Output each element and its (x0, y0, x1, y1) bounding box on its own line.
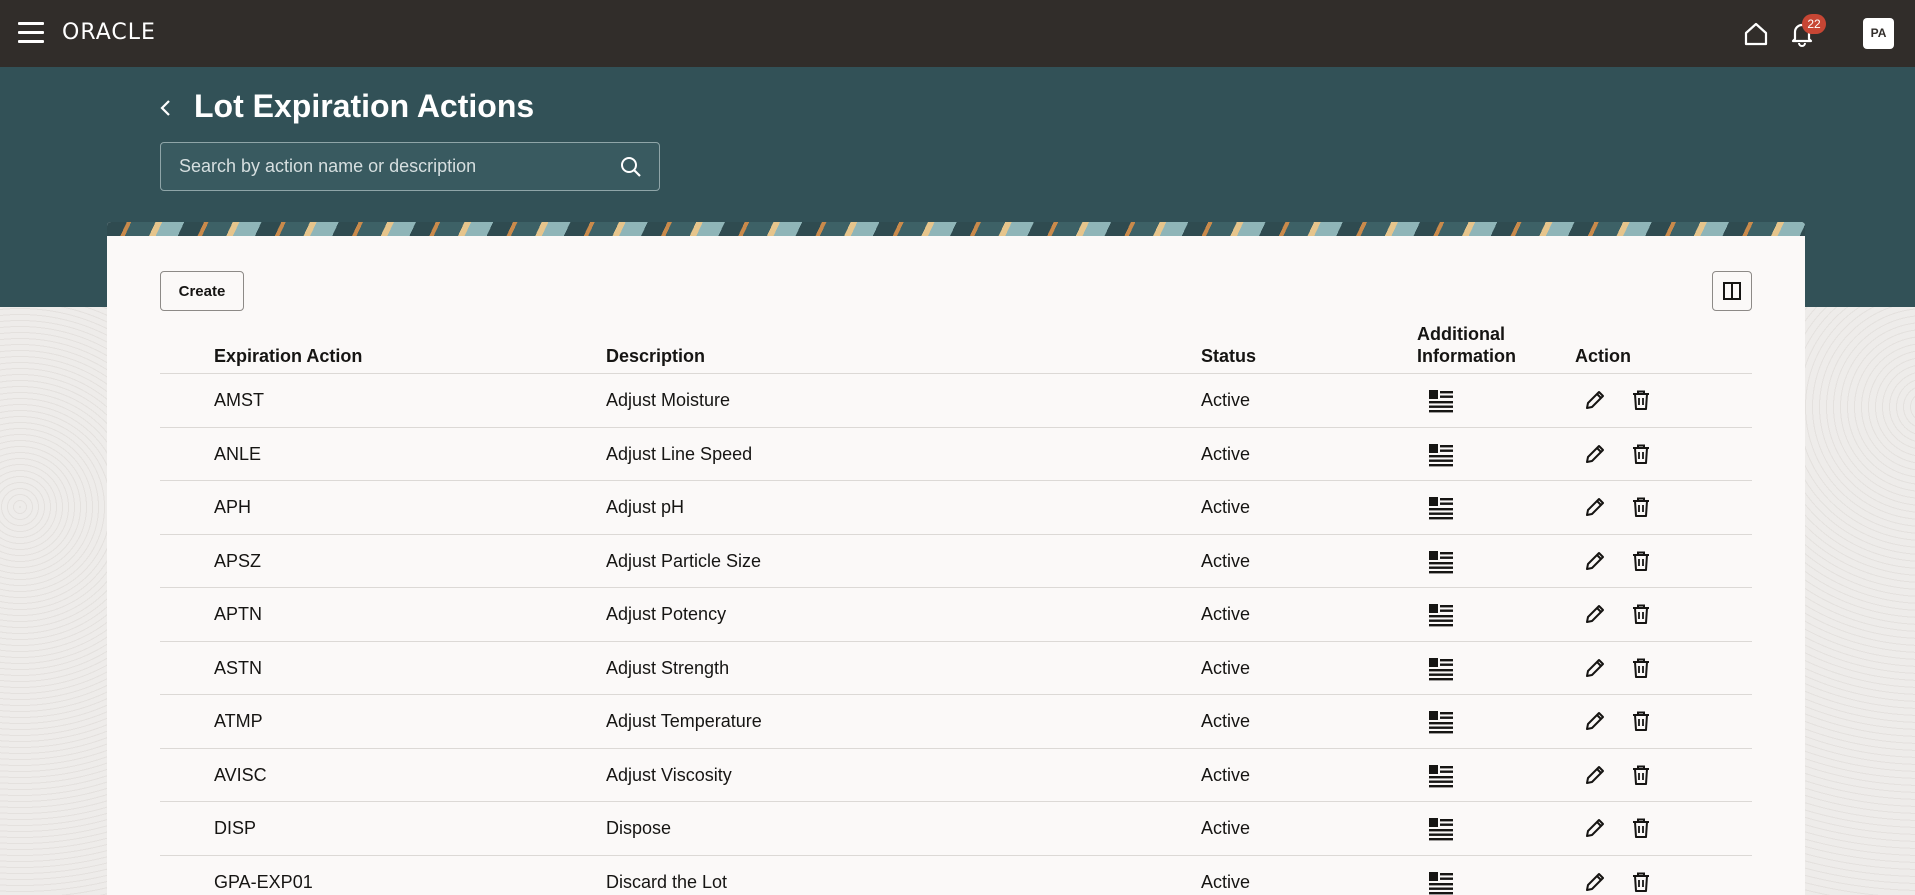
expiration-action-code: APH (214, 497, 252, 517)
edit-pencil-icon[interactable] (1584, 603, 1606, 625)
expiration-action-description: Adjust Temperature (606, 711, 762, 731)
expiration-action-description: Adjust Moisture (606, 390, 731, 410)
expiration-action-status: Active (1201, 390, 1251, 410)
expiration-action-code: APSZ (214, 550, 262, 571)
table-row[interactable]: AMST Adjust Moisture Active (160, 374, 1752, 428)
delete-trash-icon[interactable] (1630, 389, 1652, 411)
additional-information-icon[interactable] (1428, 389, 1454, 413)
edit-pencil-icon[interactable] (1584, 657, 1606, 679)
delete-trash-icon[interactable] (1630, 710, 1652, 732)
expiration-action-status: Active (1201, 871, 1251, 892)
global-header: ORACLE 22 PA (0, 0, 1915, 67)
expiration-action-description: Adjust Particle Size (606, 550, 762, 571)
edit-pencil-icon[interactable] (1584, 710, 1606, 732)
table-row[interactable]: ANLE Adjust Line Speed Active (160, 428, 1752, 481)
additional-information-icon[interactable] (1428, 496, 1454, 520)
additional-information-icon[interactable] (1428, 657, 1454, 681)
delete-trash-icon[interactable] (1630, 817, 1652, 839)
table-row[interactable]: DISP Dispose Active (160, 802, 1752, 856)
expiration-action-description: Adjust Line Speed (606, 443, 753, 464)
delete-trash-icon[interactable] (1630, 496, 1652, 518)
background-pattern-left (0, 307, 108, 895)
create-button[interactable]: Create (160, 271, 244, 311)
expiration-action-status: Active (1201, 818, 1251, 838)
column-header-info-line1: Additional (1417, 324, 1505, 344)
split-view-button[interactable] (1712, 271, 1752, 311)
expiration-action-code: ASTN (214, 657, 263, 678)
column-header-info-line2: Information (1417, 346, 1516, 366)
expiration-action-status: Active (1201, 443, 1251, 464)
column-header-action: Action (1575, 346, 1631, 366)
edit-pencil-icon[interactable] (1584, 389, 1606, 411)
additional-information-icon[interactable] (1428, 710, 1454, 734)
table-header: Expiration Action Description Status Add… (160, 322, 1752, 374)
expiration-action-description: Adjust pH (606, 497, 685, 517)
edit-pencil-icon[interactable] (1584, 443, 1606, 465)
edit-pencil-icon[interactable] (1584, 550, 1606, 572)
expiration-action-code: APTN (214, 604, 263, 624)
expiration-action-status: Active (1201, 711, 1251, 731)
expiration-action-code: DISP (214, 818, 257, 838)
back-chevron-icon[interactable] (156, 98, 176, 118)
additional-information-icon[interactable] (1428, 550, 1454, 574)
expiration-action-code: ANLE (214, 443, 262, 464)
content-card: Create Expiration Action Description Sta… (107, 222, 1805, 895)
search-input[interactable] (161, 143, 601, 190)
table-row[interactable]: GPA-EXP01 Discard the Lot Active (160, 856, 1752, 895)
table-row[interactable]: APTN Adjust Potency Active (160, 588, 1752, 642)
expiration-action-status: Active (1201, 657, 1251, 678)
expiration-action-code: AMST (214, 390, 265, 410)
split-panel-icon (1723, 282, 1741, 300)
additional-information-icon[interactable] (1428, 764, 1454, 788)
menu-icon[interactable] (18, 22, 44, 44)
user-avatar[interactable]: PA (1863, 18, 1894, 49)
expiration-action-description: Dispose (606, 818, 672, 838)
delete-trash-icon[interactable] (1630, 871, 1652, 893)
delete-trash-icon[interactable] (1630, 443, 1652, 465)
delete-trash-icon[interactable] (1630, 550, 1652, 572)
table-row[interactable]: ATMP Adjust Temperature Active (160, 695, 1752, 749)
oracle-logo[interactable]: ORACLE (62, 20, 156, 45)
background-pattern-right (1805, 307, 1915, 895)
table-row[interactable]: APSZ Adjust Particle Size Active (160, 535, 1752, 588)
table-row[interactable]: AVISC Adjust Viscosity Active (160, 749, 1752, 802)
expiration-action-status: Active (1201, 604, 1251, 624)
expiration-action-description: Adjust Potency (606, 604, 727, 624)
expiration-action-status: Active (1201, 497, 1251, 517)
delete-trash-icon[interactable] (1630, 657, 1652, 679)
delete-trash-icon[interactable] (1630, 603, 1652, 625)
edit-pencil-icon[interactable] (1584, 817, 1606, 839)
column-header-status[interactable]: Status (1201, 345, 1256, 367)
expiration-actions-table: Expiration Action Description Status Add… (160, 322, 1752, 895)
additional-information-icon[interactable] (1428, 443, 1454, 467)
expiration-action-description: Discard the Lot (606, 871, 728, 892)
column-header-additional-information: Additional Information (1417, 323, 1516, 367)
expiration-action-description: Adjust Viscosity (606, 764, 732, 785)
edit-pencil-icon[interactable] (1584, 764, 1606, 786)
expiration-action-code: GPA-EXP01 (214, 871, 313, 892)
card-banner-pattern (107, 222, 1805, 236)
edit-pencil-icon[interactable] (1584, 871, 1606, 893)
additional-information-icon[interactable] (1428, 817, 1454, 841)
column-header-description[interactable]: Description (606, 345, 705, 367)
expiration-action-status: Active (1201, 764, 1251, 785)
page-title: Lot Expiration Actions (194, 88, 535, 124)
expiration-action-code: AVISC (214, 764, 267, 785)
table-row[interactable]: ASTN Adjust Strength Active (160, 642, 1752, 695)
delete-trash-icon[interactable] (1630, 764, 1652, 786)
additional-information-icon[interactable] (1428, 871, 1454, 895)
table-row[interactable]: APH Adjust pH Active (160, 481, 1752, 535)
additional-information-icon[interactable] (1428, 603, 1454, 627)
notification-badge: 22 (1802, 14, 1826, 34)
expiration-action-description: Adjust Strength (606, 657, 730, 678)
expiration-action-code: ATMP (214, 711, 263, 731)
search-field (160, 142, 660, 191)
home-icon[interactable] (1742, 20, 1770, 48)
search-icon[interactable] (619, 155, 643, 179)
column-header-expiration-action[interactable]: Expiration Action (214, 345, 362, 367)
expiration-action-status: Active (1201, 550, 1251, 571)
edit-pencil-icon[interactable] (1584, 496, 1606, 518)
